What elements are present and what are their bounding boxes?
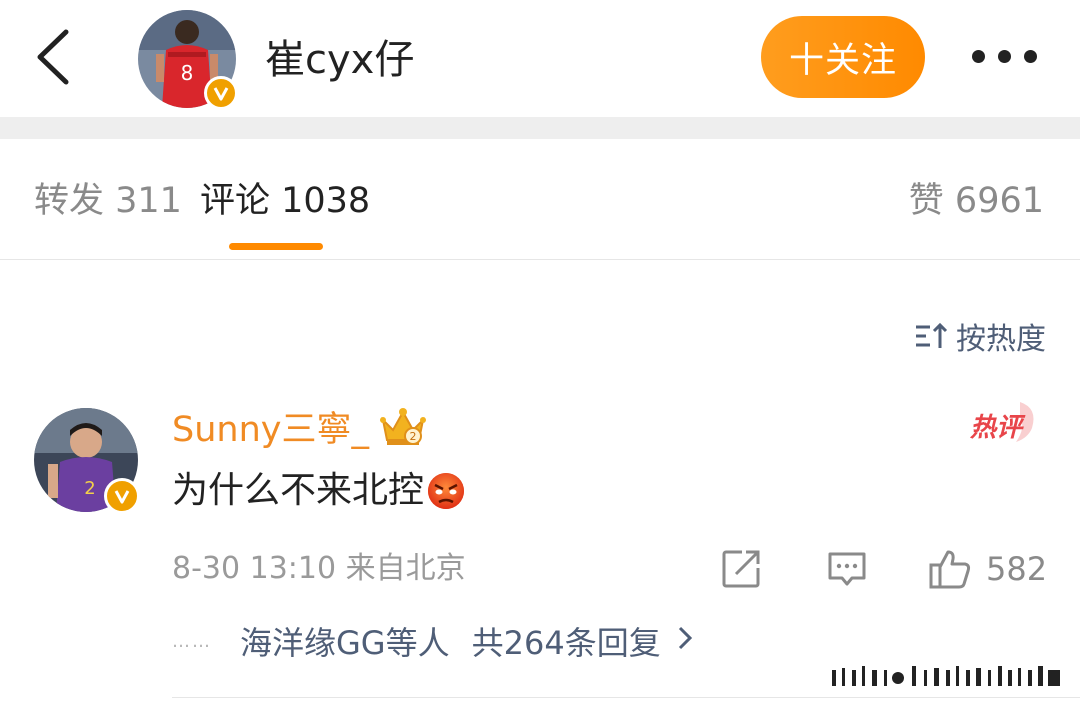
svg-text:2: 2: [84, 478, 95, 499]
sort-icon: [916, 322, 948, 348]
sort-label: 按热度: [956, 322, 1046, 357]
svg-text:2: 2: [410, 430, 417, 443]
tab-bar: 转发 311 评论 1038 赞 6961: [0, 139, 1080, 260]
verified-icon: [204, 76, 238, 110]
more-button[interactable]: [972, 50, 1038, 64]
back-button[interactable]: [32, 28, 76, 86]
back-arrow-icon: [37, 29, 69, 85]
reply-button[interactable]: [826, 548, 868, 594]
svg-text:热评: 热评: [969, 413, 1026, 443]
svg-text:8: 8: [181, 61, 194, 85]
more-icon: [972, 50, 985, 63]
replies-users: 海洋缘GG等人: [240, 624, 450, 662]
tab-repost[interactable]: 转发 311: [34, 179, 182, 223]
comment-text: 为什么不来北控: [172, 467, 466, 515]
commenter-name[interactable]: Sunny三寧_: [172, 407, 369, 453]
sort-toggle[interactable]: 按热度: [914, 314, 1046, 358]
tab-comment[interactable]: 评论 1038: [200, 179, 370, 223]
like-button[interactable]: 582: [928, 548, 1047, 590]
chevron-right-icon: [677, 624, 693, 659]
like-icon: [929, 550, 971, 589]
comment-body: 为什么不来北控: [172, 470, 425, 511]
commenter-avatar[interactable]: 2: [34, 408, 140, 514]
angry-emoji-icon: [428, 473, 465, 509]
crown-badge-icon: 2: [380, 408, 426, 445]
watermark-barcode: [832, 666, 1060, 686]
follow-button[interactable]: 十关注: [761, 16, 925, 98]
verified-icon: [104, 478, 140, 514]
share-icon: [722, 550, 760, 588]
hot-comment-badge: 热评: [968, 398, 1044, 446]
separator-band: [0, 117, 1080, 139]
share-button[interactable]: [720, 548, 762, 594]
view-replies-link[interactable]: …… 海洋缘GG等人 共264条回复: [172, 618, 693, 664]
reply-icon: [828, 552, 866, 586]
comment-divider: [172, 697, 1080, 698]
author-name[interactable]: 崔cyx仔: [265, 34, 414, 86]
comment-meta: 8-30 13:10 来自北京: [172, 551, 466, 586]
replies-dots: ……: [172, 630, 212, 652]
replies-count: 共264条回复: [471, 624, 661, 662]
top-bar: 8 崔cyx仔 十关注: [0, 0, 1080, 117]
tab-likes[interactable]: 赞 6961: [909, 179, 1044, 223]
author-avatar[interactable]: 8: [138, 10, 238, 110]
like-count: 582: [986, 550, 1048, 588]
tab-active-indicator: [229, 243, 323, 250]
